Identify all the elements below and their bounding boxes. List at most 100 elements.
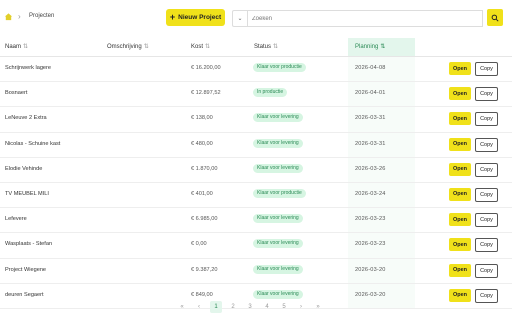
- search-input[interactable]: [247, 10, 483, 27]
- status-badge: Klaar voor levering: [253, 138, 303, 148]
- copy-button[interactable]: Copy: [475, 112, 498, 127]
- top-bar: › Projecten + Nieuw Project ⌄: [0, 0, 512, 36]
- table-row[interactable]: Schrijnwerk lagere € 16.200,00 Klaar voor …: [0, 57, 512, 83]
- search-button[interactable]: [487, 9, 503, 26]
- copy-button[interactable]: Copy: [475, 87, 498, 102]
- last-page-button[interactable]: »: [312, 301, 324, 313]
- open-button[interactable]: Open: [449, 187, 471, 201]
- status-badge: Klaar voor levering: [253, 239, 303, 249]
- cell-planning: 2026-03-23: [355, 241, 386, 248]
- cell-naam: Lefevere: [5, 216, 27, 223]
- column-header-status[interactable]: Status ⇅: [254, 43, 278, 50]
- table-row[interactable]: Elodie Vehinde € 1.870,00 Klaar voor lever…: [0, 157, 512, 183]
- open-button[interactable]: Open: [449, 87, 471, 101]
- cell-naam: LeNeuve 2 Extra: [5, 115, 47, 122]
- pagination: « ‹ 1 2 3 4 5 › »: [0, 300, 512, 314]
- column-header-naam[interactable]: Naam ⇅: [5, 43, 28, 50]
- open-button[interactable]: Open: [449, 62, 471, 75]
- cell-planning: 2026-04-01: [355, 90, 386, 97]
- cell-planning: 2026-03-23: [355, 216, 386, 223]
- cell-planning: 2026-03-24: [355, 190, 386, 197]
- page-2-button[interactable]: 2: [227, 301, 239, 313]
- next-page-button[interactable]: ›: [295, 301, 307, 313]
- breadcrumb-current[interactable]: Projecten: [29, 13, 54, 19]
- open-button[interactable]: Open: [449, 162, 471, 176]
- page-1-button[interactable]: 1: [210, 301, 222, 313]
- prev-page-button[interactable]: ‹: [193, 301, 205, 313]
- copy-button[interactable]: Copy: [475, 62, 498, 76]
- cell-kost: € 849,00: [191, 291, 213, 298]
- status-badge: Klaar voor levering: [253, 163, 303, 173]
- cell-planning: 2026-03-20: [355, 291, 386, 298]
- copy-button[interactable]: Copy: [475, 137, 498, 152]
- column-header-kost[interactable]: Kost ⇅: [191, 43, 210, 50]
- table-row[interactable]: Bosnaert € 12.897,52 In productie 2026-04-0…: [0, 82, 512, 108]
- table-row[interactable]: Project Wiegene € 9.387,20 Klaar voor leve…: [0, 258, 512, 284]
- copy-button[interactable]: Copy: [475, 187, 498, 202]
- table-row[interactable]: Nicolas - Schuine kast € 480,00 Klaar voor…: [0, 132, 512, 158]
- cell-naam: Nicolas - Schuine kast: [5, 140, 61, 147]
- cell-naam: Bosnaert: [5, 90, 28, 97]
- cell-planning: 2026-03-26: [355, 165, 386, 172]
- cell-naam: Elodie Vehinde: [5, 165, 43, 172]
- copy-button[interactable]: Copy: [475, 162, 498, 177]
- search-filter-dropdown[interactable]: ⌄: [232, 10, 247, 27]
- table-row[interactable]: TV MEUBEL MILI € 401,00 Klaar voor product…: [0, 182, 512, 209]
- breadcrumb-separator: ›: [18, 12, 21, 21]
- sort-icon: ⇅: [205, 44, 211, 50]
- table-row[interactable]: Lefevere € 6.985,00 Klaar voor levering 202…: [0, 208, 512, 234]
- status-badge: Klaar voor productie: [253, 63, 306, 72]
- status-badge: In productie: [253, 88, 288, 98]
- status-badge: Klaar voor levering: [253, 289, 303, 299]
- chevron-down-icon: ⌄: [237, 16, 243, 22]
- table-body: Schrijnwerk lagere € 16.200,00 Klaar voor …: [0, 57, 512, 309]
- cell-planning: 2026-04-08: [355, 65, 386, 71]
- table-row[interactable]: Wasplaats - Stefan € 0,00 Klaar voor lever…: [0, 233, 512, 259]
- status-badge: Klaar voor productie: [253, 188, 306, 198]
- home-icon[interactable]: [4, 12, 13, 21]
- cell-planning: 2026-03-31: [355, 115, 386, 122]
- cell-planning: 2026-03-20: [355, 266, 386, 273]
- cell-naam: Wasplaats - Stefan: [5, 241, 53, 248]
- cell-kost: € 9.387,20: [191, 266, 218, 273]
- plus-icon: +: [169, 12, 176, 22]
- new-project-button[interactable]: + Nieuw Project: [166, 9, 225, 26]
- cell-planning: 2026-03-31: [355, 140, 386, 147]
- first-page-button[interactable]: «: [176, 301, 188, 313]
- cell-kost: € 1.870,00: [191, 165, 218, 172]
- cell-kost: € 0,00: [191, 241, 207, 248]
- sort-icon: ⇅: [273, 44, 279, 50]
- open-button[interactable]: Open: [449, 238, 471, 252]
- status-badge: Klaar voor levering: [253, 113, 303, 123]
- copy-button[interactable]: Copy: [475, 238, 498, 253]
- sort-icon: ⇅: [23, 44, 29, 50]
- column-header-planning[interactable]: Planning ⇅: [355, 43, 385, 50]
- status-badge: Klaar voor levering: [253, 214, 303, 224]
- cell-kost: € 12.897,52: [191, 90, 221, 97]
- search-icon: [491, 14, 499, 22]
- cell-kost: € 16.200,00: [191, 65, 221, 71]
- sort-icon: ⇅: [143, 44, 149, 50]
- copy-button[interactable]: Copy: [475, 213, 498, 228]
- sort-icon: ⇅: [380, 44, 386, 50]
- open-button[interactable]: Open: [449, 112, 471, 126]
- cell-kost: € 138,00: [191, 115, 213, 122]
- table-row[interactable]: LeNeuve 2 Extra € 138,00 Klaar voor leveri…: [0, 107, 512, 133]
- table-header: Naam ⇅ Omschrijving ⇅ Kost ⇅ Status ⇅ Planni…: [0, 38, 512, 57]
- cell-naam: deuren Segaert: [5, 291, 44, 298]
- page-4-button[interactable]: 4: [261, 301, 273, 313]
- page-3-button[interactable]: 3: [244, 301, 256, 313]
- status-badge: Klaar voor levering: [253, 264, 303, 274]
- page-5-button[interactable]: 5: [278, 301, 290, 313]
- copy-button[interactable]: Copy: [475, 263, 498, 278]
- cell-naam: TV MEUBEL MILI: [5, 190, 49, 197]
- open-button[interactable]: Open: [449, 263, 471, 277]
- cell-kost: € 6.985,00: [191, 216, 218, 223]
- open-button[interactable]: Open: [449, 213, 471, 227]
- cell-naam: Project Wiegene: [5, 266, 47, 273]
- open-button[interactable]: Open: [449, 137, 471, 151]
- new-project-label: Nieuw Project: [178, 14, 222, 21]
- cell-kost: € 480,00: [191, 140, 213, 147]
- cell-naam: Schrijnwerk lagere: [5, 65, 52, 71]
- column-header-omschrijving[interactable]: Omschrijving ⇅: [107, 43, 149, 50]
